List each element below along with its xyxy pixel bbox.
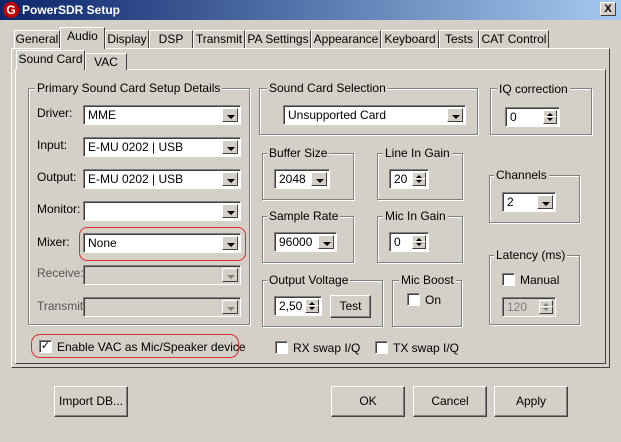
- mic-boost-checkbox[interactable]: [407, 293, 420, 306]
- latency-value: 120: [507, 300, 528, 314]
- receive-label: Receive:: [37, 266, 84, 280]
- channels-value: 2: [507, 195, 514, 209]
- spin-down-icon: [539, 306, 553, 314]
- latency-title: Latency (ms): [494, 248, 568, 262]
- driver-label: Driver:: [37, 106, 73, 120]
- mic-in-gain-spinner[interactable]: 0: [389, 232, 429, 252]
- transmit-select[interactable]: [83, 297, 241, 317]
- chevron-down-icon[interactable]: [537, 195, 553, 209]
- sample-rate-value: 96000: [279, 235, 313, 249]
- line-in-gain-title: Line In Gain: [383, 146, 452, 160]
- monitor-select[interactable]: [83, 201, 241, 221]
- enable-vac-checkbox[interactable]: ✓: [39, 340, 52, 353]
- buffer-size-value: 2048: [279, 172, 306, 186]
- chevron-down-icon[interactable]: [318, 235, 334, 249]
- line-in-gain-value: 20: [394, 172, 408, 186]
- spin-down-icon[interactable]: [412, 178, 426, 186]
- spin-down-icon[interactable]: [305, 305, 319, 313]
- iq-correction-title: IQ correction: [497, 82, 570, 96]
- output-voltage-title: Output Voltage: [267, 273, 351, 287]
- channels-select[interactable]: 2: [502, 192, 556, 212]
- mic-in-gain-value: 0: [394, 235, 401, 249]
- input-label: Input:: [37, 138, 68, 152]
- output-voltage-value: 2,50: [279, 299, 303, 313]
- mic-boost-title: Mic Boost: [399, 273, 456, 287]
- driver-select[interactable]: MME: [83, 105, 241, 125]
- import-db-button[interactable]: Import DB...: [54, 386, 128, 417]
- buffer-size-select[interactable]: 2048: [274, 169, 330, 189]
- tx-swap-checkbox[interactable]: [375, 341, 388, 354]
- rx-swap-label: RX swap I/Q: [293, 341, 361, 355]
- buffer-size-title: Buffer Size: [267, 146, 330, 160]
- input-value: E-MU 0202 | USB: [88, 140, 184, 154]
- sound-card-selection-title: Sound Card Selection: [267, 81, 388, 95]
- spin-down-icon[interactable]: [543, 116, 557, 124]
- apply-button[interactable]: Apply: [494, 386, 568, 417]
- latency-manual-label: Manual: [520, 273, 560, 287]
- sound-card-select[interactable]: Unsupported Card: [283, 105, 466, 125]
- output-select[interactable]: E-MU 0202 | USB: [83, 169, 241, 189]
- chevron-down-icon[interactable]: [311, 172, 327, 186]
- chevron-down-icon[interactable]: [222, 236, 238, 250]
- channels-title: Channels: [494, 168, 549, 182]
- chevron-down-icon[interactable]: [222, 108, 238, 122]
- chevron-down-icon: [222, 300, 238, 314]
- rx-swap-checkbox[interactable]: [275, 341, 288, 354]
- sample-rate-select[interactable]: 96000: [274, 232, 337, 252]
- primary-group-title: Primary Sound Card Setup Details: [35, 81, 223, 95]
- enable-vac-label: Enable VAC as Mic/Speaker device: [57, 340, 246, 354]
- output-value: E-MU 0202 | USB: [88, 172, 184, 186]
- monitor-label: Monitor:: [37, 202, 81, 216]
- driver-value: MME: [88, 108, 116, 122]
- chevron-down-icon[interactable]: [222, 204, 238, 218]
- chevron-down-icon[interactable]: [222, 172, 238, 186]
- spin-down-icon[interactable]: [412, 241, 426, 249]
- tx-swap-label: TX swap I/Q: [393, 341, 460, 355]
- chevron-down-icon[interactable]: [447, 108, 463, 122]
- latency-spinner[interactable]: 120: [502, 297, 556, 317]
- sound-card-value: Unsupported Card: [288, 108, 387, 122]
- test-button[interactable]: Test: [330, 295, 371, 318]
- cancel-button[interactable]: Cancel: [413, 386, 487, 417]
- sample-rate-title: Sample Rate: [267, 209, 341, 223]
- transmit-label: Transmit:: [37, 299, 87, 313]
- input-select[interactable]: E-MU 0202 | USB: [83, 137, 241, 157]
- iq-correction-value: 0: [510, 110, 517, 124]
- chevron-down-icon[interactable]: [222, 140, 238, 154]
- mixer-value: None: [88, 236, 117, 250]
- output-voltage-spinner[interactable]: 2,50: [274, 296, 322, 316]
- line-in-gain-spinner[interactable]: 20: [389, 169, 429, 189]
- ok-button[interactable]: OK: [331, 386, 405, 417]
- mic-boost-on-label: On: [425, 293, 442, 307]
- latency-manual-checkbox[interactable]: [502, 273, 515, 286]
- chevron-down-icon: [222, 268, 238, 282]
- mixer-select[interactable]: None: [83, 233, 241, 253]
- receive-select[interactable]: [83, 265, 241, 285]
- iq-correction-spinner[interactable]: 0: [505, 107, 560, 127]
- output-label: Output:: [37, 170, 77, 184]
- mic-in-gain-title: Mic In Gain: [383, 209, 448, 223]
- mixer-label: Mixer:: [37, 235, 70, 249]
